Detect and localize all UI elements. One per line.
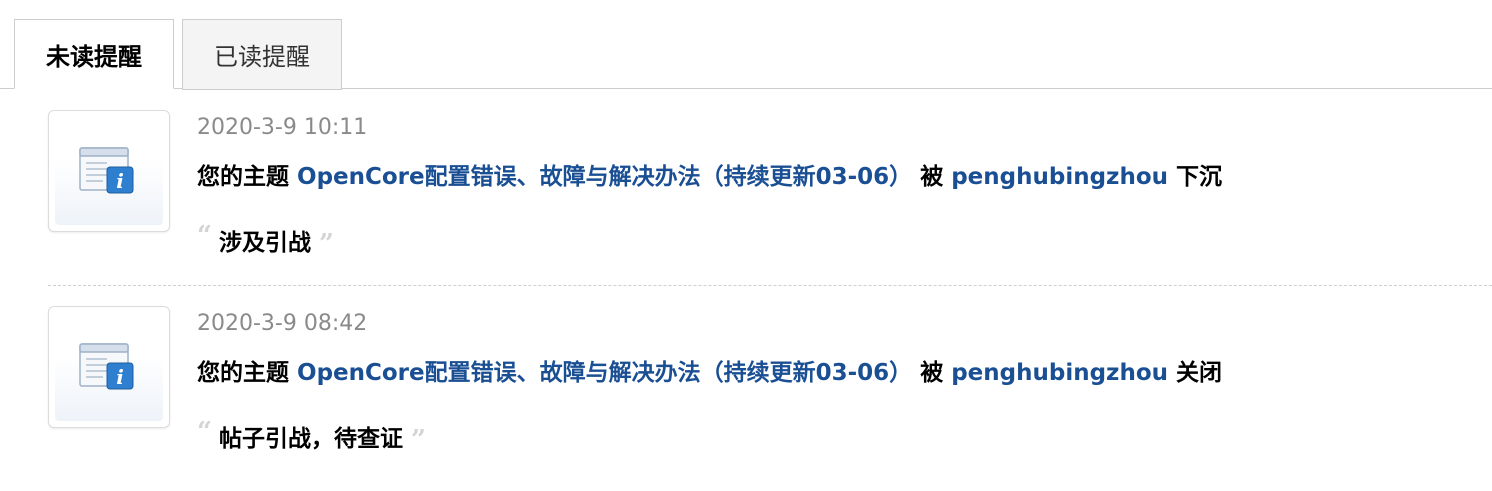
close-quote-icon: ” (410, 425, 426, 455)
open-quote-icon: “ (197, 417, 212, 447)
tab-unread-label: 未读提醒 (46, 42, 142, 71)
tab-read-notices[interactable]: 已读提醒 (182, 19, 342, 90)
notice-message: 您的主题 OpenCore配置错误、故障与解决办法（持续更新03-06） 被 p… (197, 353, 1222, 387)
tab-unread-notices[interactable]: 未读提醒 (14, 19, 174, 89)
info-window-icon: i (79, 147, 134, 194)
reason-text: 涉及引战 (218, 230, 311, 256)
svg-text:i: i (116, 365, 124, 389)
close-quote-icon: ” (318, 229, 334, 259)
info-window-icon: i (79, 343, 134, 390)
notice-message: 您的主题 OpenCore配置错误、故障与解决办法（持续更新03-06） 被 p… (197, 157, 1222, 191)
notice-reason: “ 帖子引战，待查证 ” (197, 417, 426, 455)
message-action: 下沉 (1176, 164, 1223, 190)
reason-text: 帖子引战，待查证 (218, 426, 403, 452)
notice-item: i 2020-3-9 08:42 您的主题 OpenCore配置错误、故障与解决… (0, 301, 1492, 491)
topic-link[interactable]: OpenCore配置错误、故障与解决办法（持续更新03-06） (297, 360, 912, 386)
topic-link[interactable]: OpenCore配置错误、故障与解决办法（持续更新03-06） (297, 164, 912, 190)
notice-avatar: i (48, 110, 170, 232)
notice-timestamp: 2020-3-9 10:11 (197, 115, 368, 140)
tab-read-label: 已读提醒 (214, 43, 310, 71)
notice-timestamp: 2020-3-9 08:42 (197, 311, 368, 336)
svg-text:i: i (116, 169, 124, 193)
notice-divider (48, 285, 1492, 286)
notice-avatar: i (48, 306, 170, 428)
notice-reason: “ 涉及引战 ” (197, 221, 334, 259)
open-quote-icon: “ (197, 221, 212, 251)
notice-item: i 2020-3-9 10:11 您的主题 OpenCore配置错误、故障与解决… (0, 105, 1492, 295)
message-action: 关闭 (1176, 360, 1223, 386)
user-link[interactable]: penghubingzhou (951, 164, 1168, 190)
message-by: 被 (920, 360, 944, 386)
message-prefix: 您的主题 (197, 360, 289, 386)
message-by: 被 (920, 164, 944, 190)
user-link[interactable]: penghubingzhou (951, 360, 1168, 386)
message-prefix: 您的主题 (197, 164, 289, 190)
notification-tabs: 未读提醒 已读提醒 (0, 0, 1492, 90)
